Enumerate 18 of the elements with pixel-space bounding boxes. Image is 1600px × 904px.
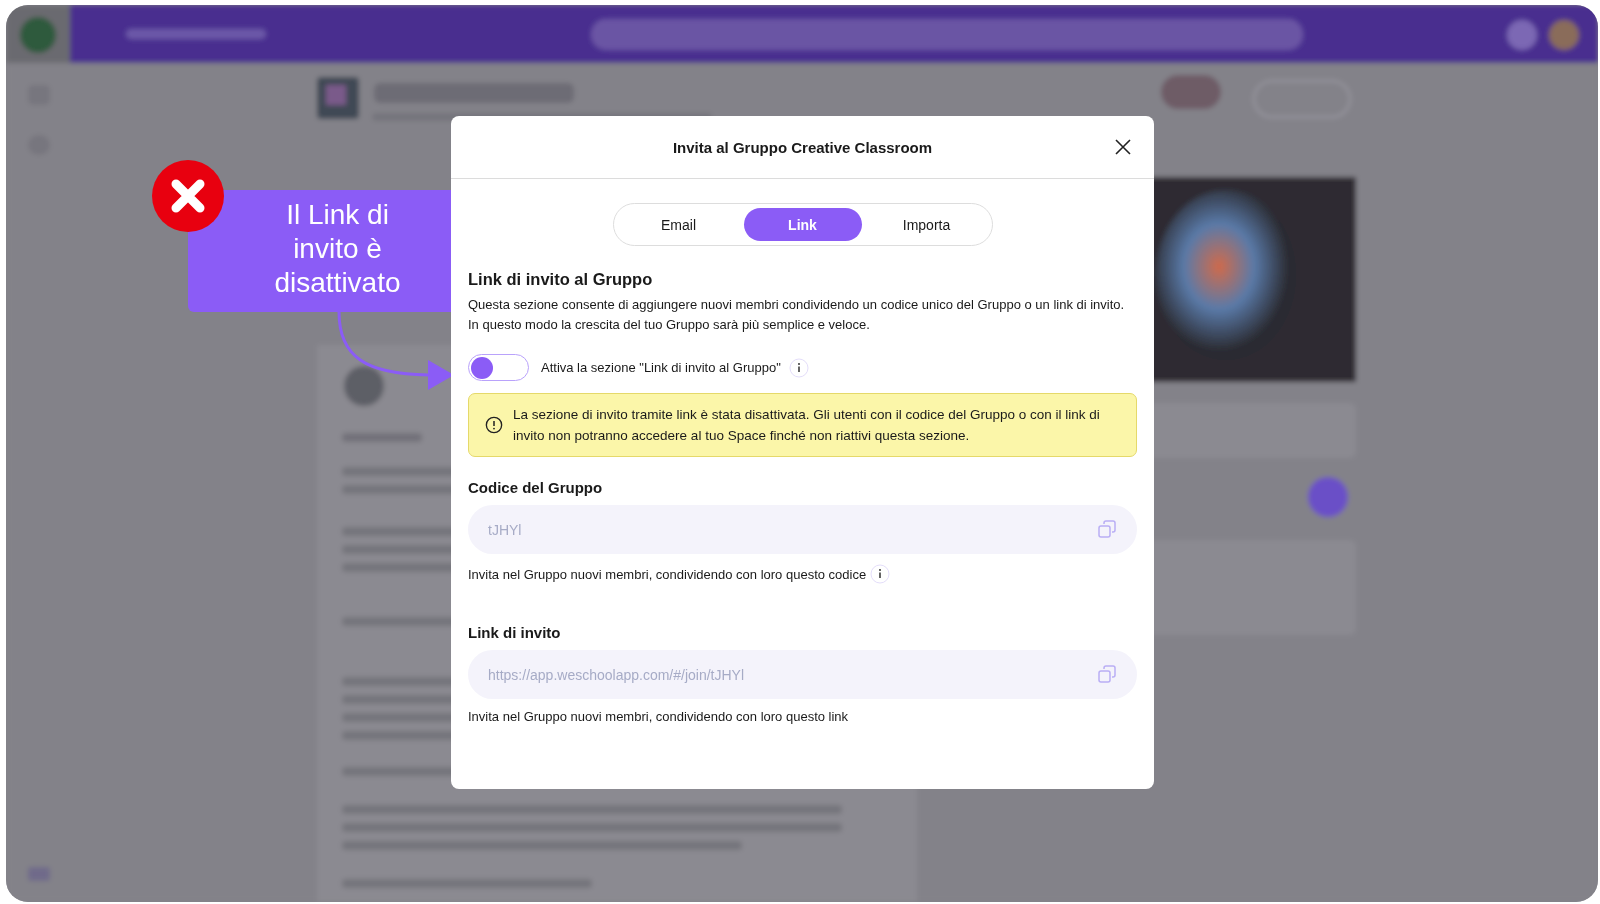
error-icon (152, 160, 224, 232)
toggle-label: Attiva la sezione "Link di invito al Gruppo" (541, 360, 781, 375)
info-icon[interactable] (870, 564, 891, 584)
section-title: Link di invito (468, 624, 562, 641)
warning-icon (485, 416, 503, 434)
hint-text: Invita nel Gruppo nuovi membri, condividendo con loro questo codice (468, 566, 867, 582)
dialog-title: Invita al Gruppo Creative Classroom (672, 138, 933, 156)
section-title: Codice del Gruppo (468, 479, 604, 496)
description: Questa sezione consente di aggiungere nuovi membri condividendo un codice unico del Gruppo o un link di invito. In questo modo la crescita del tuo Gruppo sarà più semplice e veloce. (468, 296, 1126, 334)
warning-text: La sezione di invito tramite link è stata disattivata. Gli utenti con il codice del Gruppo o con il link di invito non potranno accedere al tuo Space finché non riattivi questa sezione. (513, 406, 1101, 445)
hint-text: Invita nel Gruppo nuovi membri, condividendo con loro questo link (468, 709, 849, 724)
tab[interactable]: Email (619, 208, 738, 241)
toggle-switch[interactable] (468, 354, 529, 381)
close-button[interactable] (1114, 138, 1132, 156)
tab[interactable]: Importa (867, 208, 986, 241)
tab[interactable]: Link (743, 208, 862, 241)
section-title: Link di invito al Gruppo (468, 270, 654, 289)
info-icon[interactable] (788, 357, 809, 378)
